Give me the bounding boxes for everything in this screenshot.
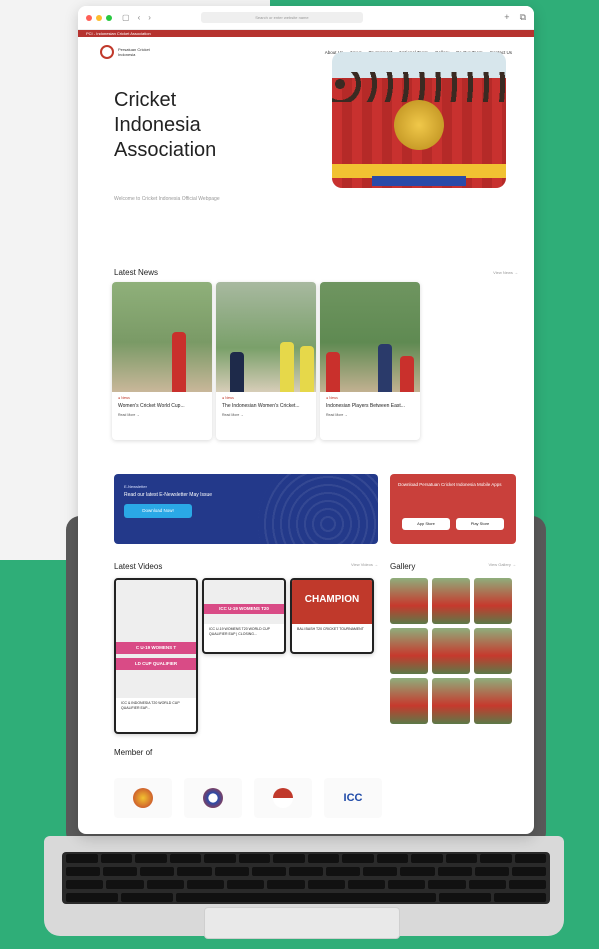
video-title: ICC & INDONESIA T20 WORLD CUP QUALIFIER …: [121, 701, 180, 710]
video-banner: CHAMPION: [292, 580, 372, 624]
news-photo: [112, 282, 212, 392]
download-app-banner: Download Persatuan Cricket Indonesia Mob…: [390, 474, 516, 544]
member-logo[interactable]: [184, 778, 242, 818]
gallery-photo[interactable]: [474, 578, 512, 624]
video-banner-2: LD CUP QUALIFIER: [116, 658, 196, 670]
gallery-title: Gallery: [390, 562, 416, 571]
gallery-photo[interactable]: [474, 628, 512, 674]
news-tag: ● News: [222, 396, 234, 400]
download-newsletter-button[interactable]: Download Now!: [124, 504, 192, 518]
hero-subtitle: Welcome to Cricket Indonesia Official We…: [114, 196, 220, 202]
newsletter-banner: E-Newsletter Read our latest E-Newslette…: [114, 474, 378, 544]
view-news-link[interactable]: View News →: [493, 270, 518, 275]
champion-medal-icon: [394, 100, 444, 150]
close-window-button[interactable]: [86, 14, 92, 21]
video-thumbnail: CHAMPION: [292, 580, 372, 624]
news-title: Indonesian Players Between East...: [326, 403, 405, 409]
gallery-photo[interactable]: [432, 578, 470, 624]
app-store-button[interactable]: App Store: [402, 518, 450, 530]
news-title: Women's Cricket World Cup...: [118, 403, 185, 409]
gallery-grid: [390, 578, 512, 724]
noc-indonesia-logo-icon: [273, 788, 293, 808]
forward-icon[interactable]: ›: [148, 13, 151, 22]
laptop-keyboard: [62, 852, 550, 904]
new-tab-icon[interactable]: +: [504, 12, 509, 23]
news-title: The Indonesian Women's Cricket...: [222, 403, 300, 409]
back-icon[interactable]: ‹: [138, 13, 141, 22]
latest-news-title: Latest News: [114, 268, 159, 277]
video-title: BALI BASH T20 CRICKET TOURNAMENT: [297, 627, 364, 631]
view-gallery-link[interactable]: View Gallery →: [489, 562, 517, 571]
hero-team-photo: [332, 52, 506, 188]
pci-logo-icon[interactable]: [100, 45, 114, 59]
maximize-window-button[interactable]: [106, 14, 112, 21]
site-logo-text[interactable]: Persatuan Cricket Indonesia: [118, 47, 150, 57]
newsletter-tag: E-Newsletter: [124, 484, 147, 489]
hero-title-line-2: Indonesia: [114, 114, 201, 136]
video-card[interactable]: CHAMPION BALI BASH T20 CRICKET TOURNAMEN…: [290, 578, 374, 654]
kemenpora-logo-icon: [203, 788, 223, 808]
icc-logo-text: ICC: [343, 792, 363, 804]
logo-line-2: Indonesia: [118, 52, 136, 57]
gallery-photo[interactable]: [390, 678, 428, 724]
download-app-title: Download Persatuan Cricket Indonesia Mob…: [398, 482, 502, 487]
read-more-link[interactable]: Read More →: [222, 413, 310, 417]
news-card[interactable]: ● News The Indonesian Women's Cricket...…: [216, 282, 316, 440]
video-card[interactable]: ICC U-19 WOMENS T20 ICC U-19 WOMENS T20 …: [202, 578, 286, 654]
latest-videos-title: Latest Videos: [114, 562, 163, 571]
news-tag: ● News: [118, 396, 130, 400]
hero-title-line-3: Association: [114, 139, 217, 161]
video-title: ICC U-19 WOMENS T20 WORLD CUP QUALIFIER …: [209, 627, 270, 636]
video-banner: C U-19 WOMENS T: [116, 642, 196, 654]
member-logo-list: ICC: [114, 778, 382, 818]
news-card[interactable]: ● News Indonesian Players Between East..…: [320, 282, 420, 440]
news-card-list: ● News Women's Cricket World Cup... Read…: [112, 282, 420, 440]
gallery-photo[interactable]: [432, 678, 470, 724]
video-banner: ICC U-19 WOMENS T20: [204, 604, 284, 614]
laptop-trackpad: [204, 907, 400, 939]
hero-title: Cricket Indonesia Association: [114, 88, 216, 163]
gallery-photo[interactable]: [390, 628, 428, 674]
video-card[interactable]: C U-19 WOMENS T LD CUP QUALIFIER ICC & I…: [114, 578, 198, 734]
play-store-button[interactable]: Play Store: [456, 518, 504, 530]
newsletter-text: Read our latest E-Newsletter May Issue: [124, 492, 213, 498]
news-photo: [320, 282, 420, 392]
news-photo: [216, 282, 316, 392]
tabs-overview-icon[interactable]: ⧉: [520, 12, 526, 23]
video-list: C U-19 WOMENS T LD CUP QUALIFIER ICC & I…: [114, 578, 374, 734]
news-card[interactable]: ● News Women's Cricket World Cup... Read…: [112, 282, 212, 440]
member-logo[interactable]: ICC: [324, 778, 382, 818]
sidebar-icon[interactable]: ▢: [122, 13, 130, 22]
browser-chrome: ▢ ‹ › Search or enter website name + ⧉: [78, 6, 534, 30]
view-videos-link[interactable]: View Videos →: [351, 562, 378, 571]
member-logo[interactable]: [254, 778, 312, 818]
address-bar[interactable]: Search or enter website name: [200, 12, 363, 23]
news-tag: ● News: [326, 396, 338, 400]
video-thumbnail: C U-19 WOMENS T LD CUP QUALIFIER: [116, 580, 196, 698]
minimize-window-button[interactable]: [96, 14, 102, 21]
site-topbar: PCI - Indonesian Cricket Association: [78, 30, 534, 37]
gallery-photo[interactable]: [390, 578, 428, 624]
hero-title-line-1: Cricket: [114, 89, 177, 111]
gallery-photo[interactable]: [432, 628, 470, 674]
gallery-photo[interactable]: [474, 678, 512, 724]
read-more-link[interactable]: Read More →: [118, 413, 206, 417]
browser-window: ▢ ‹ › Search or enter website name + ⧉ P…: [78, 6, 534, 834]
video-thumbnail: ICC U-19 WOMENS T20: [204, 580, 284, 624]
member-logo[interactable]: [114, 778, 172, 818]
members-title: Member of: [114, 748, 153, 757]
read-more-link[interactable]: Read More →: [326, 413, 414, 417]
koni-logo-icon: [133, 788, 153, 808]
